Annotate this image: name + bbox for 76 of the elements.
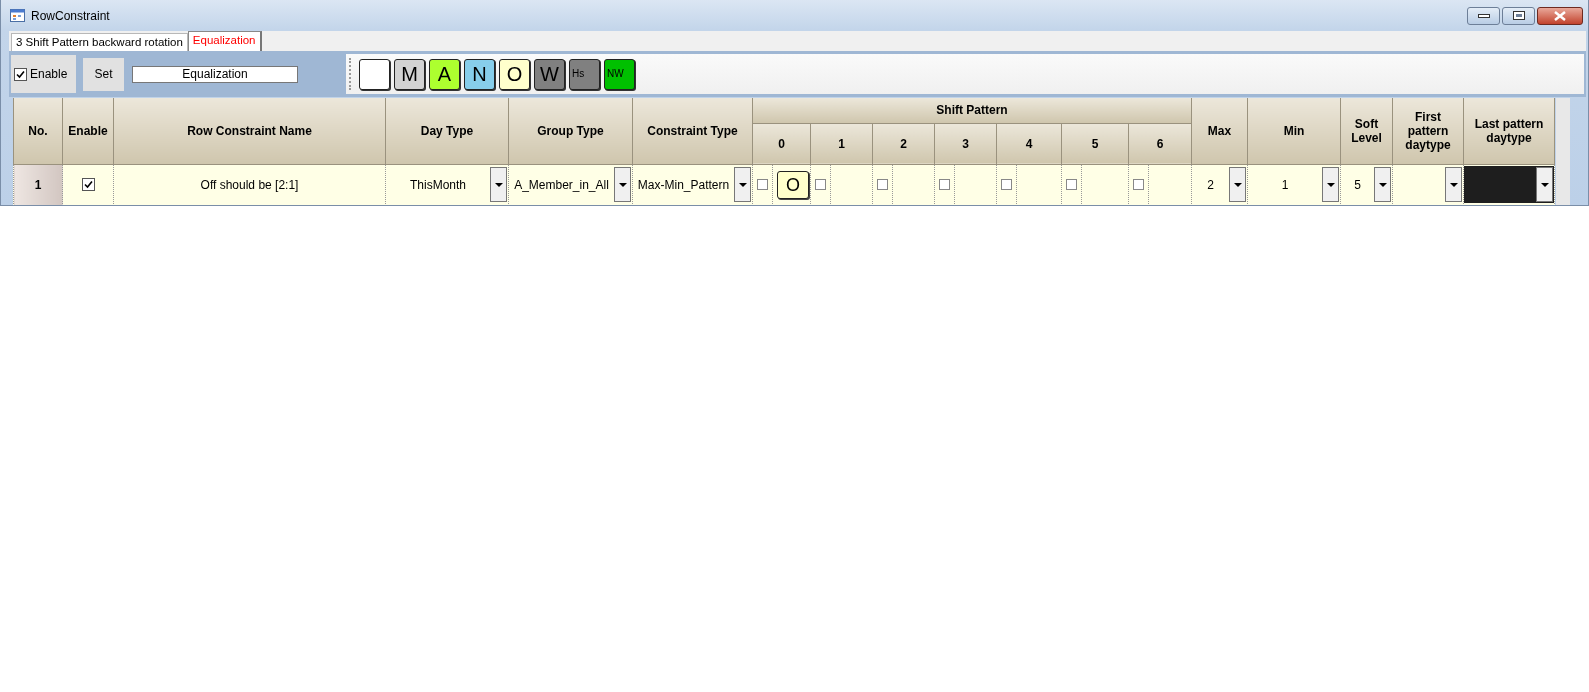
column-header: 1 (810, 123, 873, 164)
pattern-checkbox[interactable] (1133, 179, 1144, 190)
dropdown-cell[interactable]: 2 (1192, 166, 1247, 203)
row-number: 1 (13, 164, 63, 205)
tab[interactable]: Equalization (187, 31, 262, 51)
caret-icon (1540, 182, 1549, 187)
minimize-button[interactable] (1467, 6, 1500, 25)
column-header: 5 (1061, 123, 1129, 164)
dropdown-cell[interactable]: 5 (1341, 166, 1392, 203)
close-button[interactable] (1537, 6, 1583, 25)
column-header: Last pattern daytype (1463, 98, 1555, 164)
shift-button[interactable]: N (464, 58, 495, 90)
dropdown-button[interactable] (1229, 167, 1246, 202)
dropdown-button[interactable] (734, 167, 751, 202)
dropdown-cell[interactable]: 1 (1248, 166, 1340, 203)
caret-icon (1233, 182, 1242, 187)
shift-button[interactable]: NW (604, 58, 635, 90)
column-header: Constraint Type (632, 98, 753, 164)
dropdown-button[interactable] (1322, 167, 1339, 202)
dropdown-button[interactable] (490, 167, 507, 202)
check-icon (16, 69, 25, 79)
window-icon (10, 9, 25, 22)
column-header: Shift Pattern (752, 98, 1192, 123)
shift-button[interactable]: M (394, 58, 425, 90)
caret-icon (1378, 182, 1387, 187)
dropdown-button[interactable] (1536, 167, 1553, 202)
caret-icon (1326, 182, 1335, 187)
column-header: 4 (996, 123, 1062, 164)
tab[interactable]: 3 Shift Pattern backward rotation (11, 33, 188, 51)
pattern-checkbox[interactable] (877, 179, 888, 190)
enable-checkbox[interactable] (81, 177, 95, 191)
dropdown-button[interactable] (614, 167, 631, 202)
caret-icon (1449, 182, 1458, 187)
dropdown-cell[interactable]: A_Member_in_All (509, 166, 632, 203)
dropdown-cell[interactable]: Max-Min_Pattern (633, 166, 752, 203)
pattern-checkbox[interactable] (757, 179, 768, 190)
shift-button[interactable]: Hs (569, 58, 600, 90)
column-header: Max (1191, 98, 1248, 164)
shift-button[interactable] (359, 58, 390, 90)
shift-button[interactable]: O (499, 58, 530, 90)
pattern-checkbox[interactable] (1066, 179, 1077, 190)
enable-checkbox[interactable]: Enable (11, 55, 76, 93)
maximize-button[interactable] (1502, 6, 1535, 25)
column-header: Soft Level (1340, 98, 1393, 164)
column-header: 2 (872, 123, 935, 164)
shift-tile[interactable]: O (777, 170, 809, 199)
caret-icon (618, 182, 627, 187)
dropdown-cell[interactable] (1464, 166, 1554, 203)
dropdown-button[interactable] (1445, 167, 1462, 202)
pattern-checkbox[interactable] (1001, 179, 1012, 190)
column-header: Row Constraint Name (113, 98, 386, 164)
column-header: 6 (1128, 123, 1192, 164)
pattern-checkbox[interactable] (815, 179, 826, 190)
column-header: Group Type (508, 98, 633, 164)
pattern-checkbox[interactable] (939, 179, 950, 190)
shift-button[interactable]: A (429, 58, 460, 90)
column-header: 0 (752, 123, 811, 164)
column-header: Day Type (385, 98, 509, 164)
shift-button[interactable]: W (534, 58, 565, 90)
set-button[interactable]: Set (83, 57, 124, 91)
column-header: First pattern daytype (1392, 98, 1464, 164)
check-icon (83, 179, 93, 189)
scrollbar[interactable] (1556, 98, 1570, 205)
caret-icon (738, 182, 747, 187)
minimize-icon (1477, 13, 1490, 18)
column-header: No. (13, 98, 63, 164)
column-header: 3 (934, 123, 997, 164)
close-icon (1553, 10, 1567, 21)
column-header: Enable (62, 98, 114, 164)
name-field[interactable]: Equalization (132, 65, 298, 83)
window-title: RowConstraint (31, 7, 110, 25)
dropdown-button[interactable] (1374, 167, 1391, 202)
column-header: Min (1247, 98, 1341, 164)
maximize-icon (1512, 11, 1525, 20)
dropdown-cell[interactable]: ThisMonth (386, 166, 508, 203)
caret-icon (494, 182, 503, 187)
